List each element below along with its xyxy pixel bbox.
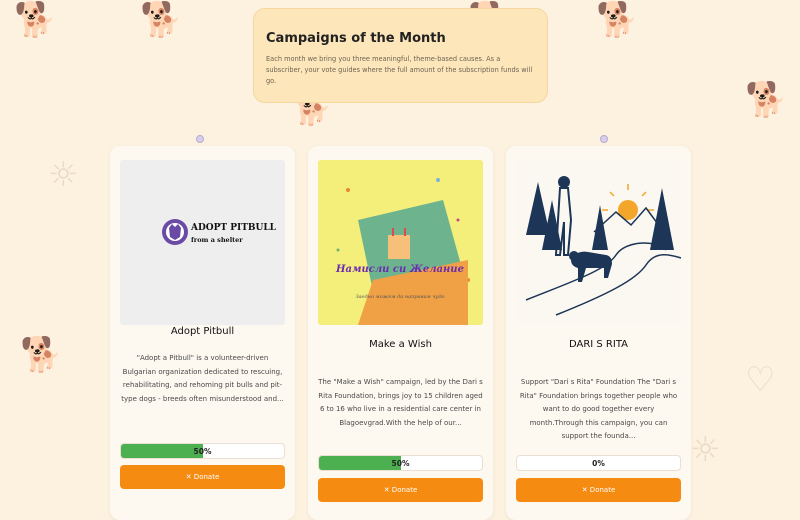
donate-button[interactable]: ✕ Donate	[318, 478, 483, 502]
campaign-card-adopt-pitbull[interactable]: ADOPT PITBULL from a shelter Adopt Pitbu…	[110, 146, 295, 520]
progress-label: 0%	[592, 459, 605, 468]
campaign-progress-bar: 50%	[318, 455, 483, 471]
logo-title: ADOPT PITBULL	[190, 223, 277, 233]
sun-doodle-icon: ☼	[48, 155, 79, 195]
campaign-description: The "Make a Wish" campaign, led by the D…	[318, 378, 483, 427]
pin-icon	[600, 135, 608, 143]
progress-label: 50%	[193, 447, 212, 456]
sun-doodle-icon: ☼	[690, 430, 721, 470]
donate-button[interactable]: ✕ Donate	[516, 478, 681, 502]
campaign-description: "Adopt a Pitbull" is a volunteer-driven …	[121, 354, 284, 403]
dog-doodle-icon: 🐕	[745, 80, 788, 120]
campaign-image: ADOPT PITBULL from a shelter	[120, 160, 285, 325]
wish-image-title: Намисли си Желание	[335, 264, 464, 275]
campaign-card-make-a-wish[interactable]: Намисли си Желание Заедно можем да напра…	[308, 146, 493, 520]
campaign-title: DARI S RITA	[568, 339, 629, 350]
campaign-progress-bar: 50%	[120, 443, 285, 459]
campaign-card-dari-s-rita[interactable]: DARI S RITA Support "Dari s Rita" Founda…	[506, 146, 691, 520]
adopt-pitbull-logo: ADOPT PITBULL from a shelter	[162, 219, 277, 245]
make-a-wish-illustration: Намисли си Желание Заедно можем да напра…	[318, 160, 483, 325]
heart-doodle-icon: ♡	[745, 360, 776, 400]
campaign-title: Make a Wish	[369, 339, 432, 350]
walk-with-dog-illustration	[525, 176, 681, 316]
campaign-progress-bar: 0%	[516, 455, 681, 471]
campaign-image	[516, 160, 681, 325]
progress-label: 50%	[391, 459, 410, 468]
campaign-image: Намисли си Желание Заедно можем да напра…	[318, 160, 483, 325]
campaign-description: Support "Dari s Rita" Foundation The "Da…	[519, 378, 678, 440]
pin-icon	[196, 135, 204, 143]
logo-subtitle: from a shelter	[191, 236, 243, 244]
page-title: Campaigns of the Month	[266, 31, 446, 46]
dog-doodle-icon: 🐕	[20, 335, 63, 375]
donate-button[interactable]: ✕ Donate	[120, 465, 285, 489]
header-description: Each month we bring you three meaningful…	[266, 55, 533, 85]
campaign-title: Adopt Pitbull	[170, 326, 235, 337]
campaigns-header: Campaigns of the Month Each month we bri…	[253, 8, 548, 103]
wish-image-subtitle: Заедно можем да направим чудо	[355, 294, 444, 300]
dog-doodle-icon: 🐕	[140, 0, 183, 40]
dog-doodle-icon: 🐕	[14, 0, 57, 40]
dog-doodle-icon: 🐕	[596, 0, 639, 40]
